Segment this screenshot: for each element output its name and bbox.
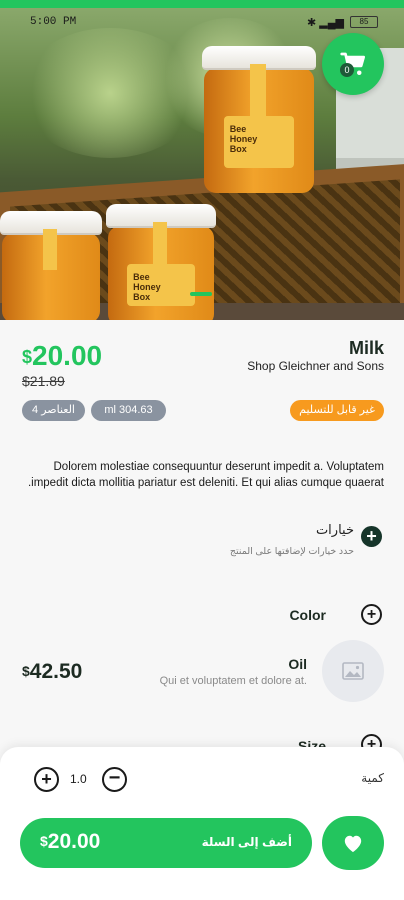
- jar-seal: [250, 64, 266, 121]
- product-name: Milk: [348, 338, 384, 358]
- add-to-cart-button[interactable]: $20.00 أضف إلى السلة: [20, 818, 312, 868]
- expand-color-button[interactable]: +: [361, 604, 382, 625]
- add-to-cart-label: أضف إلى السلة: [201, 835, 292, 849]
- quantity-label: كمية: [361, 771, 384, 785]
- jar-seal: [152, 222, 168, 267]
- product-description: Dolorem molestiae consequuntur deserunt …: [27, 461, 384, 489]
- quantity-value: 1.0: [70, 772, 87, 786]
- battery-icon: 85: [350, 16, 378, 28]
- currency-symbol: $: [22, 663, 30, 679]
- plus-icon: +: [366, 526, 377, 546]
- quantity-decrease-button[interactable]: −: [102, 767, 127, 792]
- shop-name[interactable]: Shop Gleichner and Sons: [247, 359, 384, 373]
- jar-label-text: Bee Honey Box: [133, 272, 161, 302]
- availability-badge: غير قابل للتسليم: [290, 400, 384, 421]
- add-to-cart-price: $20.00: [40, 830, 100, 854]
- color-option-label: Color: [289, 607, 326, 623]
- jar-label-text: Bee Honey Box: [229, 123, 258, 154]
- image-placeholder-icon: [342, 662, 364, 680]
- top-accent-bar: [0, 0, 404, 8]
- product-old-price: $21.89: [22, 373, 65, 389]
- honey-jar: [0, 211, 102, 320]
- jar-label: Bee Honey Box: [223, 115, 295, 168]
- oil-option-price: $42.50: [22, 660, 82, 684]
- honey-jar: Bee Honey Box: [202, 46, 316, 193]
- cart-count-badge: 0: [340, 63, 354, 77]
- add-option-button[interactable]: +: [361, 526, 382, 547]
- oil-option-image[interactable]: [322, 640, 384, 702]
- signal-icon: ✱ ▂▄▆: [307, 17, 344, 29]
- currency-symbol: $: [22, 347, 33, 367]
- quantity-increase-button[interactable]: +: [34, 767, 59, 792]
- options-title: خيارات: [315, 522, 354, 537]
- options-subtitle: حدد خيارات لإضافتها على المنتج: [229, 546, 354, 557]
- honey-jar: Bee Honey Box: [106, 204, 216, 320]
- favorite-button[interactable]: [322, 816, 384, 870]
- status-bar: 5:00 PM ✱ ▂▄▆ 85: [0, 8, 404, 36]
- items-count-badge: 4 العناصر: [22, 400, 85, 421]
- add-to-cart-price-value: 20.00: [47, 830, 101, 853]
- heart-icon: [344, 835, 362, 853]
- oil-option-name: Oil: [288, 656, 307, 672]
- currency-symbol: $: [40, 833, 48, 849]
- plus-icon: +: [366, 606, 377, 623]
- jar-label: Bee Honey Box: [127, 264, 195, 306]
- minus-icon: −: [108, 767, 121, 789]
- product-price: $20.00: [22, 340, 102, 372]
- oil-option-description: Qui et voluptatem et dolore at.: [159, 675, 307, 687]
- price-value: 20.00: [32, 340, 103, 371]
- oil-price-value: 42.50: [29, 660, 83, 683]
- volume-badge: ml 304.63: [91, 400, 166, 421]
- jar-seal: [43, 229, 57, 270]
- plus-icon: +: [41, 769, 52, 789]
- status-time: 5:00 PM: [30, 16, 77, 28]
- cart-button[interactable]: [322, 33, 384, 95]
- carousel-indicator[interactable]: [190, 292, 212, 296]
